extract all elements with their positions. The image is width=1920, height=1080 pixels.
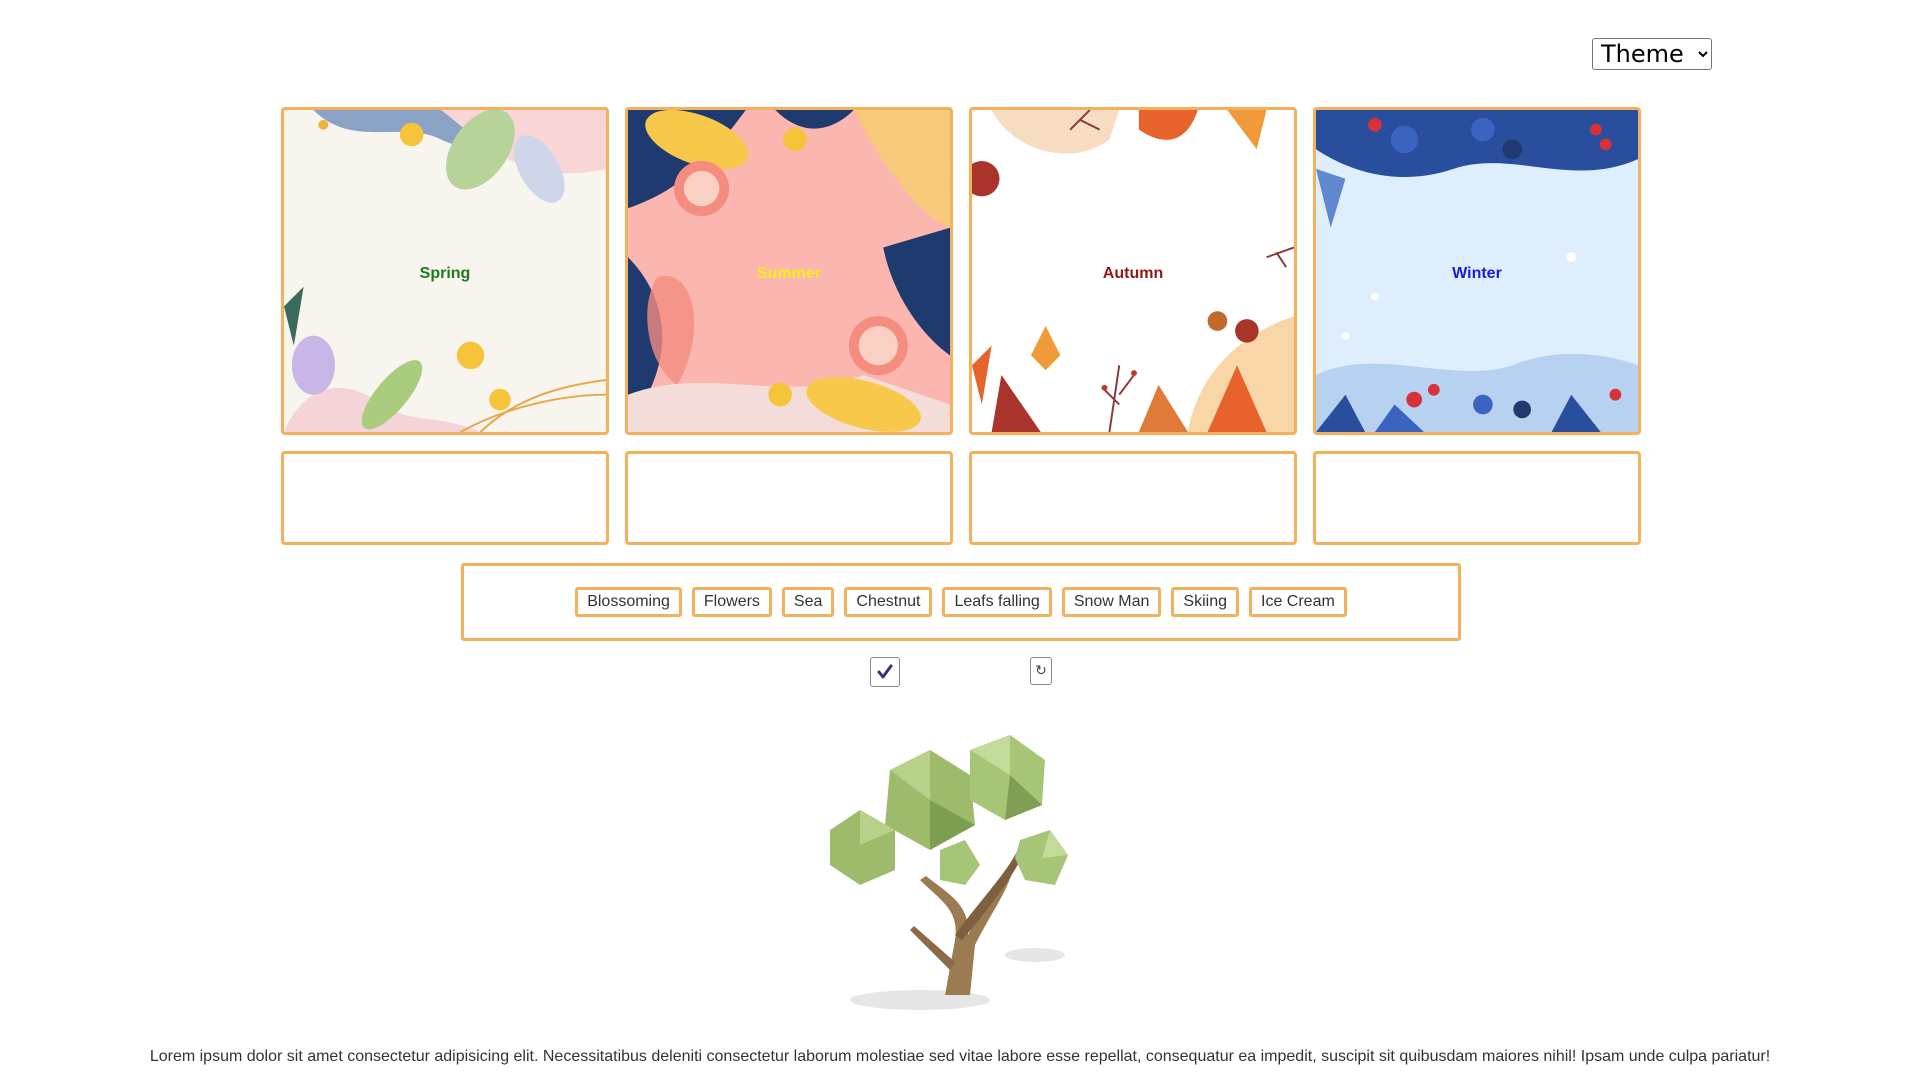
season-label-autumn: Autumn	[1102, 265, 1164, 282]
low-poly-tree-icon	[830, 735, 1068, 1010]
season-card-autumn[interactable]: Autumn	[969, 107, 1297, 435]
drop-zone-summer[interactable]	[625, 451, 953, 545]
tag-ice-cream[interactable]: Ice Cream	[1249, 587, 1347, 617]
check-icon	[877, 664, 893, 679]
season-card-spring[interactable]: Spring	[281, 107, 609, 435]
drop-zone-spring[interactable]	[281, 451, 609, 545]
drop-zone-autumn[interactable]	[969, 451, 1297, 545]
check-button[interactable]	[870, 657, 900, 687]
tag-bank: Blossoming Flowers Sea Chestnut Leafs fa…	[461, 563, 1461, 641]
tag-chestnut[interactable]: Chestnut	[844, 587, 933, 617]
tag-blossoming[interactable]: Blossoming	[575, 587, 682, 617]
tag-skiing[interactable]: Skiing	[1171, 587, 1239, 617]
drop-zone-winter[interactable]	[1313, 451, 1641, 545]
season-cards: Spring Summer Autumn Winter	[281, 107, 1641, 435]
tag-leafs-falling[interactable]: Leafs falling	[942, 587, 1052, 617]
season-card-winter[interactable]: Winter	[1313, 107, 1641, 435]
season-label-spring: Spring	[419, 265, 471, 282]
season-label-winter: Winter	[1452, 265, 1502, 282]
tag-flowers[interactable]: Flowers	[691, 587, 772, 617]
reset-icon: ↻	[1035, 663, 1047, 679]
tag-snow-man[interactable]: Snow Man	[1061, 587, 1162, 617]
footer-text: Lorem ipsum dolor sit amet consectetur a…	[149, 1048, 1771, 1065]
season-label-summer: Summer	[756, 265, 822, 282]
theme-select[interactable]: Theme 1	[1592, 38, 1712, 70]
season-card-summer[interactable]: Summer	[625, 107, 953, 435]
tag-sea[interactable]: Sea	[781, 587, 835, 617]
drop-zones	[281, 451, 1641, 545]
reset-button[interactable]: ↻	[1030, 657, 1052, 685]
